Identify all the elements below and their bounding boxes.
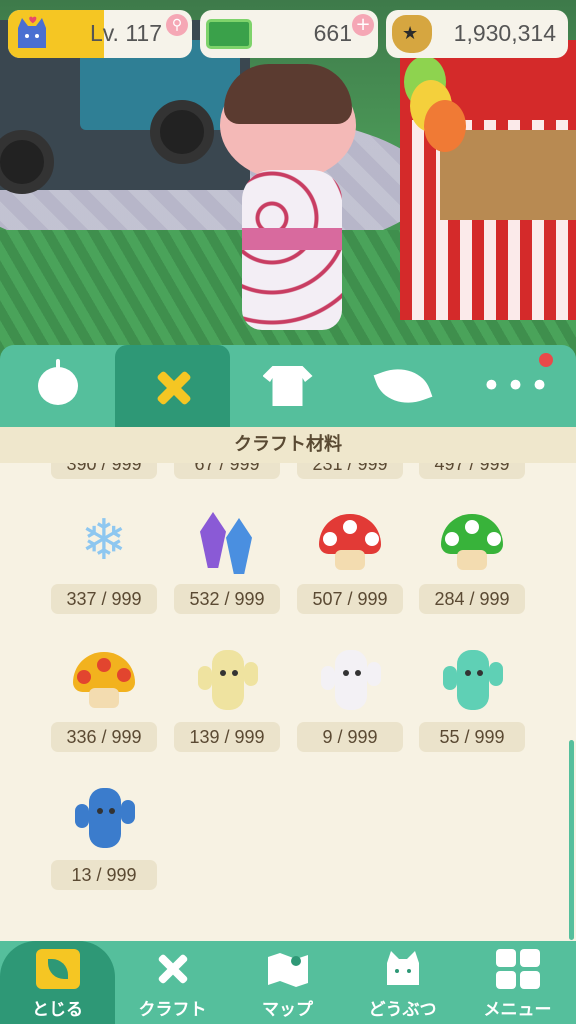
nav-label: クラフト [138,1000,207,1020]
zoom-icon[interactable]: ⚲ [166,14,188,36]
material-item[interactable]: ❄ 337 / 999 [51,506,157,636]
orange-mushroom-icon [69,644,139,714]
material-count: 337 / 999 [51,584,157,614]
material-count: 390 / 999 [51,463,157,479]
menu-grid-icon [496,949,540,989]
tab-clothing[interactable] [230,345,345,427]
nav-menu[interactable]: メニュー [460,941,575,1024]
material-count: 284 / 999 [419,584,525,614]
material-count: 55 / 999 [419,722,525,752]
bell-bag-icon: ★ [392,15,432,53]
shirt-icon [262,366,313,406]
nav-craft[interactable]: クラフト [115,941,230,1024]
inventory-tabs: ••• [0,345,576,427]
material-item[interactable]: 13 / 999 [51,782,157,912]
blue-cactus-icon [69,782,139,852]
leaf-ticket-icon [206,19,252,49]
nav-close[interactable]: とじる [0,941,115,1024]
tab-craft[interactable] [115,345,230,427]
panel-title: クラフト材料 [0,427,576,463]
tab-leaf[interactable] [345,345,460,427]
material-count: 507 / 999 [297,584,403,614]
material-item[interactable]: 55 / 999 [419,644,525,774]
leaf-icon [373,358,432,414]
material-item[interactable]: 284 / 999 [419,506,525,636]
player-character[interactable] [220,60,360,340]
notification-dot [539,353,553,367]
material-count: 231 / 999 [297,463,403,479]
crystal-icon [192,506,262,576]
nav-label: メニュー [483,1000,552,1020]
scrollbar[interactable] [569,740,574,940]
bells-counter: ★ 1,930,314 [386,10,568,58]
more-icon: ••• [481,366,554,406]
nav-label: マップ [262,1000,313,1020]
tab-fruit[interactable] [0,345,115,427]
material-item[interactable]: 532 / 999 [174,506,280,636]
material-count: 13 / 999 [51,860,157,890]
material-grid[interactable]: 390 / 999 67 / 999 231 / 999 497 / 999 ❄… [0,463,576,941]
bottom-nav: とじる クラフト マップ どうぶつ メニュー [0,941,576,1024]
ticket-count: 661 [313,20,352,46]
material-count: 139 / 999 [174,722,280,752]
apple-icon [37,359,78,405]
craft-icon [158,954,188,984]
material-count: 497 / 999 [419,463,525,479]
material-item[interactable]: 9 / 999 [297,644,403,774]
leaf-ticket-counter[interactable]: 661 + [200,10,378,58]
material-count: 67 / 999 [174,463,280,479]
material-count: 532 / 999 [174,584,280,614]
material-count: 9 / 999 [297,722,403,752]
green-mushroom-icon [437,506,507,576]
material-item[interactable]: 139 / 999 [174,644,280,774]
add-tickets-icon[interactable]: + [352,14,374,36]
bag-icon [36,949,80,989]
craft-tools-icon [150,363,196,409]
red-mushroom-icon [315,506,385,576]
material-item[interactable]: 507 / 999 [297,506,403,636]
white-cactus-icon [315,644,385,714]
cat-icon [18,16,46,48]
nav-map[interactable]: マップ [230,941,345,1024]
material-item[interactable]: 336 / 999 [51,644,157,774]
teal-cactus-icon [437,644,507,714]
animal-icon [387,951,419,985]
yellow-cactus-icon [192,644,262,714]
tab-more[interactable]: ••• [460,345,575,427]
nav-animals[interactable]: どうぶつ [345,941,460,1024]
map-icon [268,953,308,987]
bells-count: 1,930,314 [453,20,556,46]
lantern [424,100,466,152]
level-indicator[interactable]: Lv. 117 ⚲ [8,10,192,58]
snowflake-icon: ❄ [80,508,128,573]
level-label: Lv. 117 [89,20,162,46]
material-count: 336 / 999 [51,722,157,752]
nav-label: とじる [32,1000,83,1020]
nav-label: どうぶつ [368,1000,437,1020]
